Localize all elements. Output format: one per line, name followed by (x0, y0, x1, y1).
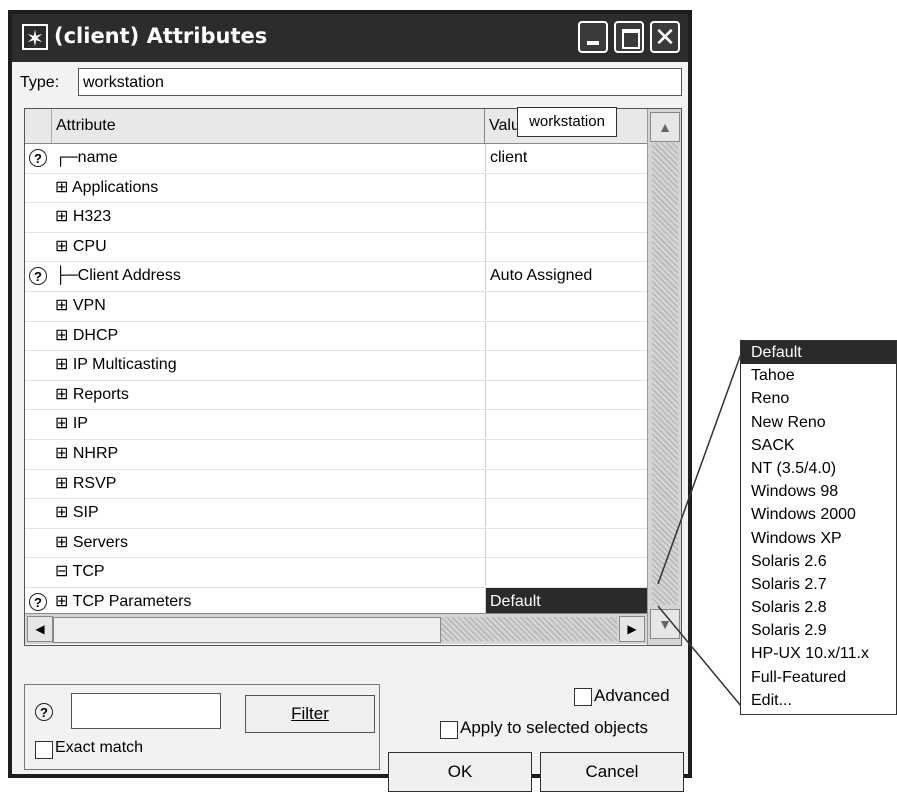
dropdown-option[interactable]: Full-Featured (741, 666, 896, 689)
dropdown-option[interactable]: New Reno (741, 411, 896, 434)
value-tooltip: workstation (517, 107, 617, 137)
dropdown-option[interactable]: Solaris 2.9 (741, 619, 896, 642)
callout-line-bottom (657, 605, 747, 713)
dropdown-option[interactable]: SACK (741, 434, 896, 457)
dropdown-option[interactable]: Windows 98 (741, 480, 896, 503)
dropdown-option[interactable]: Solaris 2.7 (741, 573, 896, 596)
dropdown-option[interactable]: Windows 2000 (741, 503, 896, 526)
dropdown-option[interactable]: Reno (741, 387, 896, 410)
dropdown-option[interactable]: Default (741, 341, 896, 365)
dropdown-option[interactable]: Solaris 2.6 (741, 550, 896, 573)
dropdown-option[interactable]: Windows XP (741, 527, 896, 550)
dropdown-option[interactable]: Tahoe (741, 364, 896, 387)
dropdown-option[interactable]: Solaris 2.8 (741, 596, 896, 619)
dropdown-option[interactable]: NT (3.5/4.0) (741, 457, 896, 480)
callout-line-top (657, 339, 747, 585)
tcp-flavor-dropdown-list[interactable]: Default Tahoe Reno New Reno SACK NT (3.5/4.0)… (740, 340, 897, 715)
dropdown-option[interactable]: HP-UX 10.x/11.x (741, 642, 896, 665)
dropdown-option[interactable]: Edit... (741, 689, 896, 712)
